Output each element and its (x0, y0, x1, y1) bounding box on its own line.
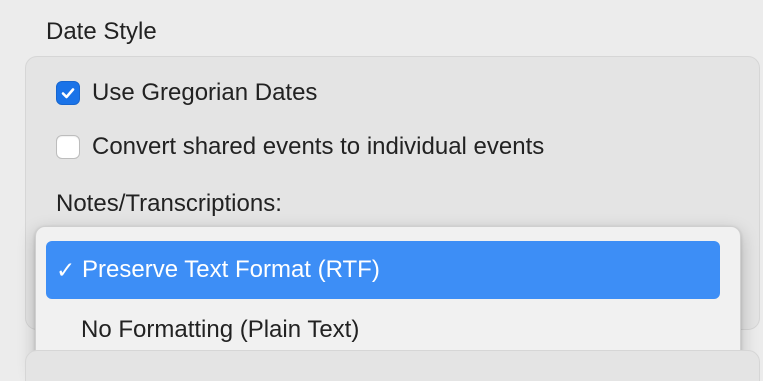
section-title: Date Style (46, 18, 157, 45)
notes-transcriptions-label: Notes/Transcriptions: (56, 190, 282, 217)
use-gregorian-dates-label: Use Gregorian Dates (92, 79, 318, 106)
use-gregorian-dates-checkbox[interactable] (56, 81, 80, 105)
convert-shared-events-row[interactable]: Convert shared events to individual even… (56, 133, 544, 161)
convert-shared-events-checkbox[interactable] (56, 135, 80, 159)
use-gregorian-dates-row[interactable]: Use Gregorian Dates (56, 79, 317, 107)
menu-item-preserve-text-format[interactable]: ✓ Preserve Text Format (RTF) (46, 241, 720, 299)
preferences-window: Date Style Use Gregorian Dates Convert s… (0, 0, 763, 381)
checkmark-icon (61, 88, 75, 99)
menu-item-no-formatting-label: No Formatting (Plain Text) (81, 316, 360, 343)
menu-item-preserve-text-format-label: Preserve Text Format (RTF) (82, 256, 380, 283)
selected-checkmark-icon: ✓ (56, 256, 76, 283)
lower-settings-group (25, 350, 760, 381)
convert-shared-events-label: Convert shared events to individual even… (92, 133, 545, 160)
